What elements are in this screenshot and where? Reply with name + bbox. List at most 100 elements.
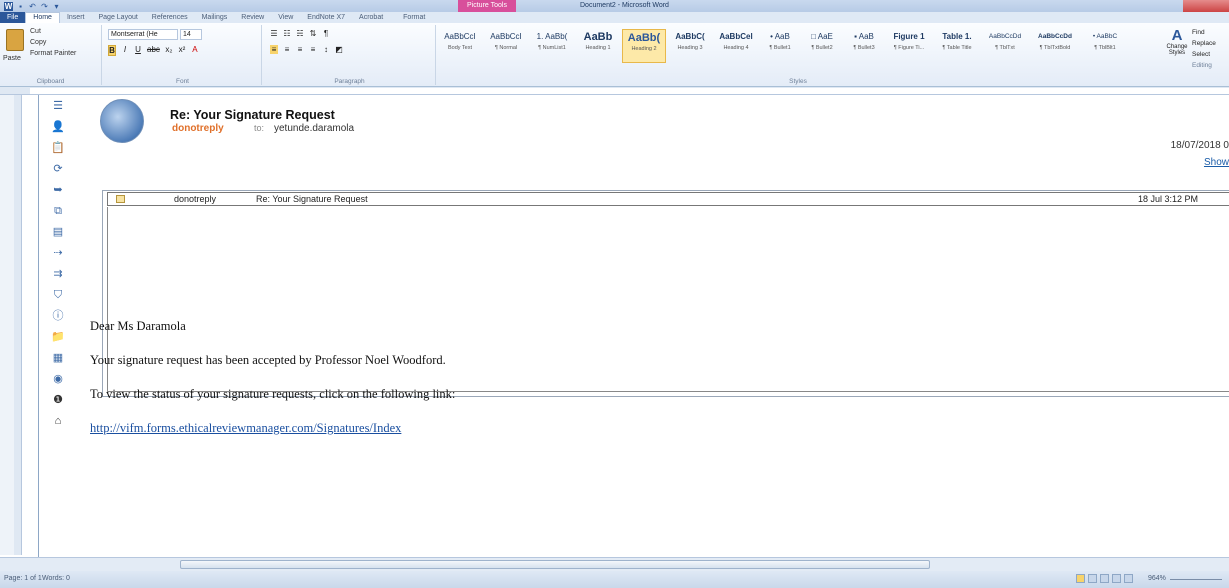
shield-icon[interactable]: ⛉ [51, 288, 65, 302]
tab-mailings[interactable]: Mailings [195, 13, 235, 23]
tab-file[interactable]: File [0, 12, 26, 23]
list-icon[interactable]: ▤ [51, 225, 65, 239]
style-bullet2[interactable]: □ AaE ¶ Bullet2 [802, 29, 842, 63]
line-spacing-icon[interactable]: ↕ [322, 45, 330, 54]
paste-button[interactable]: Paste [3, 55, 21, 62]
style-normal[interactable]: AaBbCcI ¶ Normal [484, 29, 528, 63]
undo-icon[interactable]: ↶ [28, 2, 37, 11]
calendar-icon[interactable]: ▦ [51, 351, 65, 365]
window-icon[interactable]: ⧉ [51, 204, 65, 218]
underline-button[interactable]: U [134, 45, 142, 56]
zoom-slider[interactable] [1170, 579, 1222, 580]
style-tblblt1[interactable]: • AaBbC ¶ TblBlt1 [1082, 29, 1128, 63]
customize-qat-icon[interactable]: ▾ [52, 2, 61, 11]
format-painter-button[interactable]: Format Painter [30, 50, 76, 57]
outline-icon[interactable] [1112, 574, 1121, 583]
body-line-2: To view the status of your signature req… [90, 387, 456, 401]
style-numlist1[interactable]: 1. AaBb(¶ NumList1 [530, 29, 574, 63]
body-line-1: Your signature request has been accepted… [90, 353, 446, 367]
justify-icon[interactable]: ≡ [309, 45, 317, 54]
redo-icon[interactable]: ↷ [40, 2, 49, 11]
vertical-ruler[interactable] [14, 95, 22, 555]
style-heading-2[interactable]: AaBb(Heading 2 [622, 29, 666, 63]
font-name-box[interactable]: Montserrat (He [108, 29, 178, 40]
find-button[interactable]: Find [1192, 27, 1216, 38]
scrollbar-thumb[interactable] [180, 560, 930, 569]
style-bullet1[interactable]: • AaB ¶ Bullet1 [760, 29, 800, 63]
status-link[interactable]: http://vifm.forms.ethicalreviewmanager.c… [90, 421, 401, 436]
word-app-icon[interactable]: W [4, 1, 13, 11]
style-bullet3[interactable]: ▪ AaB ¶ Bullet3 [844, 29, 884, 63]
change-styles-label: Change Styles [1166, 44, 1188, 56]
strikethrough-button[interactable]: abc [147, 45, 160, 56]
info-icon[interactable]: ⓘ [51, 309, 65, 323]
zoom-level[interactable]: 964% [1148, 575, 1166, 582]
full-screen-icon[interactable] [1088, 574, 1097, 583]
globe-icon[interactable]: ◉ [51, 372, 65, 386]
print-layout-icon[interactable] [1076, 574, 1085, 583]
show-details-link[interactable]: Show [1204, 157, 1229, 168]
font-size-box[interactable]: 14 [180, 29, 202, 40]
shading-icon[interactable]: ◩ [335, 45, 343, 54]
align-left-icon[interactable]: ≡ [270, 45, 278, 54]
menu-icon[interactable]: ☰ [51, 99, 65, 113]
alert-icon[interactable]: ❶ [51, 393, 65, 407]
bold-button[interactable]: B [108, 45, 116, 56]
document-page[interactable]: ☰ 👤 📋 ⟳ ➥ ⧉ ▤ ⇢ ⇉ ⛉ ⓘ 📁 ▦ ◉ ❶ ⌂ Re: Your… [22, 95, 1229, 557]
message-row[interactable]: donotreply Re: Your Signature Request 18… [107, 192, 1229, 206]
page-count[interactable]: Page: 1 of 1 [4, 575, 42, 582]
word-count[interactable]: Words: 0 [42, 575, 70, 582]
save-icon[interactable]: ▪ [16, 2, 25, 11]
email-from[interactable]: donotreply [172, 123, 224, 134]
clipboard-icon[interactable]: 📋 [51, 141, 65, 155]
tab-format[interactable]: Format [396, 13, 432, 23]
refresh-icon[interactable]: ⟳ [51, 162, 65, 176]
style-heading-3[interactable]: AaBbC(Heading 3 [668, 29, 712, 63]
sort-icon[interactable]: ⇅ [309, 29, 317, 38]
subscript-button[interactable]: x₂ [165, 45, 173, 56]
multilevel-list-icon[interactable]: ☵ [296, 29, 304, 38]
window-controls[interactable] [1183, 0, 1229, 12]
align-right-icon[interactable]: ≡ [296, 45, 304, 54]
change-styles-button[interactable]: A Change Styles [1166, 27, 1188, 56]
superscript-button[interactable]: x² [178, 45, 186, 56]
style-name: ¶ TblBlt1 [1094, 45, 1116, 51]
copy-button[interactable]: Copy [30, 39, 46, 46]
horizontal-scrollbar[interactable] [0, 557, 1229, 571]
horizontal-ruler[interactable] [0, 87, 1229, 95]
move-icon[interactable]: ⇢ [51, 246, 65, 260]
tab-references[interactable]: References [145, 13, 195, 23]
replace-button[interactable]: Replace [1192, 38, 1216, 49]
tab-home[interactable]: Home [25, 12, 60, 23]
style-tbltxt[interactable]: AaBbCcDd ¶ TblTxt [982, 29, 1028, 63]
tab-page-layout[interactable]: Page Layout [91, 13, 144, 23]
align-center-icon[interactable]: ≡ [283, 45, 291, 54]
forward-icon[interactable]: ➥ [51, 183, 65, 197]
style-body-text[interactable]: AaBbCcI Body Text [438, 29, 482, 63]
style-figure-title[interactable]: Figure 1 ¶ Figure Ti... [886, 29, 932, 63]
tab-view[interactable]: View [271, 13, 300, 23]
style-tbltxtbold[interactable]: AaBbCcDd ¶ TblTxtBold [1030, 29, 1080, 63]
tab-review[interactable]: Review [234, 13, 271, 23]
style-table-title[interactable]: Table 1. ¶ Table Title [934, 29, 980, 63]
cut-button[interactable]: Cut [30, 28, 41, 35]
font-color-button[interactable]: A [191, 45, 199, 56]
show-marks-icon[interactable]: ¶ [322, 29, 330, 38]
numbering-icon[interactable]: ☷ [283, 29, 291, 38]
copy-to-icon[interactable]: ⇉ [51, 267, 65, 281]
italic-button[interactable]: I [121, 45, 129, 56]
draft-icon[interactable] [1124, 574, 1133, 583]
bullets-icon[interactable]: ☰ [270, 29, 278, 38]
contact-icon[interactable]: 👤 [51, 120, 65, 134]
web-layout-icon[interactable] [1100, 574, 1109, 583]
select-button[interactable]: Select [1192, 49, 1216, 60]
style-heading-4[interactable]: AaBbCel Heading 4 [714, 29, 758, 63]
style-heading-1[interactable]: AaBb Heading 1 [576, 29, 620, 63]
paste-icon[interactable] [6, 29, 24, 51]
tab-endnote[interactable]: EndNote X7 [300, 13, 352, 23]
tab-acrobat[interactable]: Acrobat [352, 13, 390, 23]
folder-icon[interactable]: 📁 [51, 330, 65, 344]
tab-insert[interactable]: Insert [60, 13, 92, 23]
home-icon[interactable]: ⌂ [51, 414, 65, 428]
style-sample: AaBbCcDd [988, 33, 1022, 40]
